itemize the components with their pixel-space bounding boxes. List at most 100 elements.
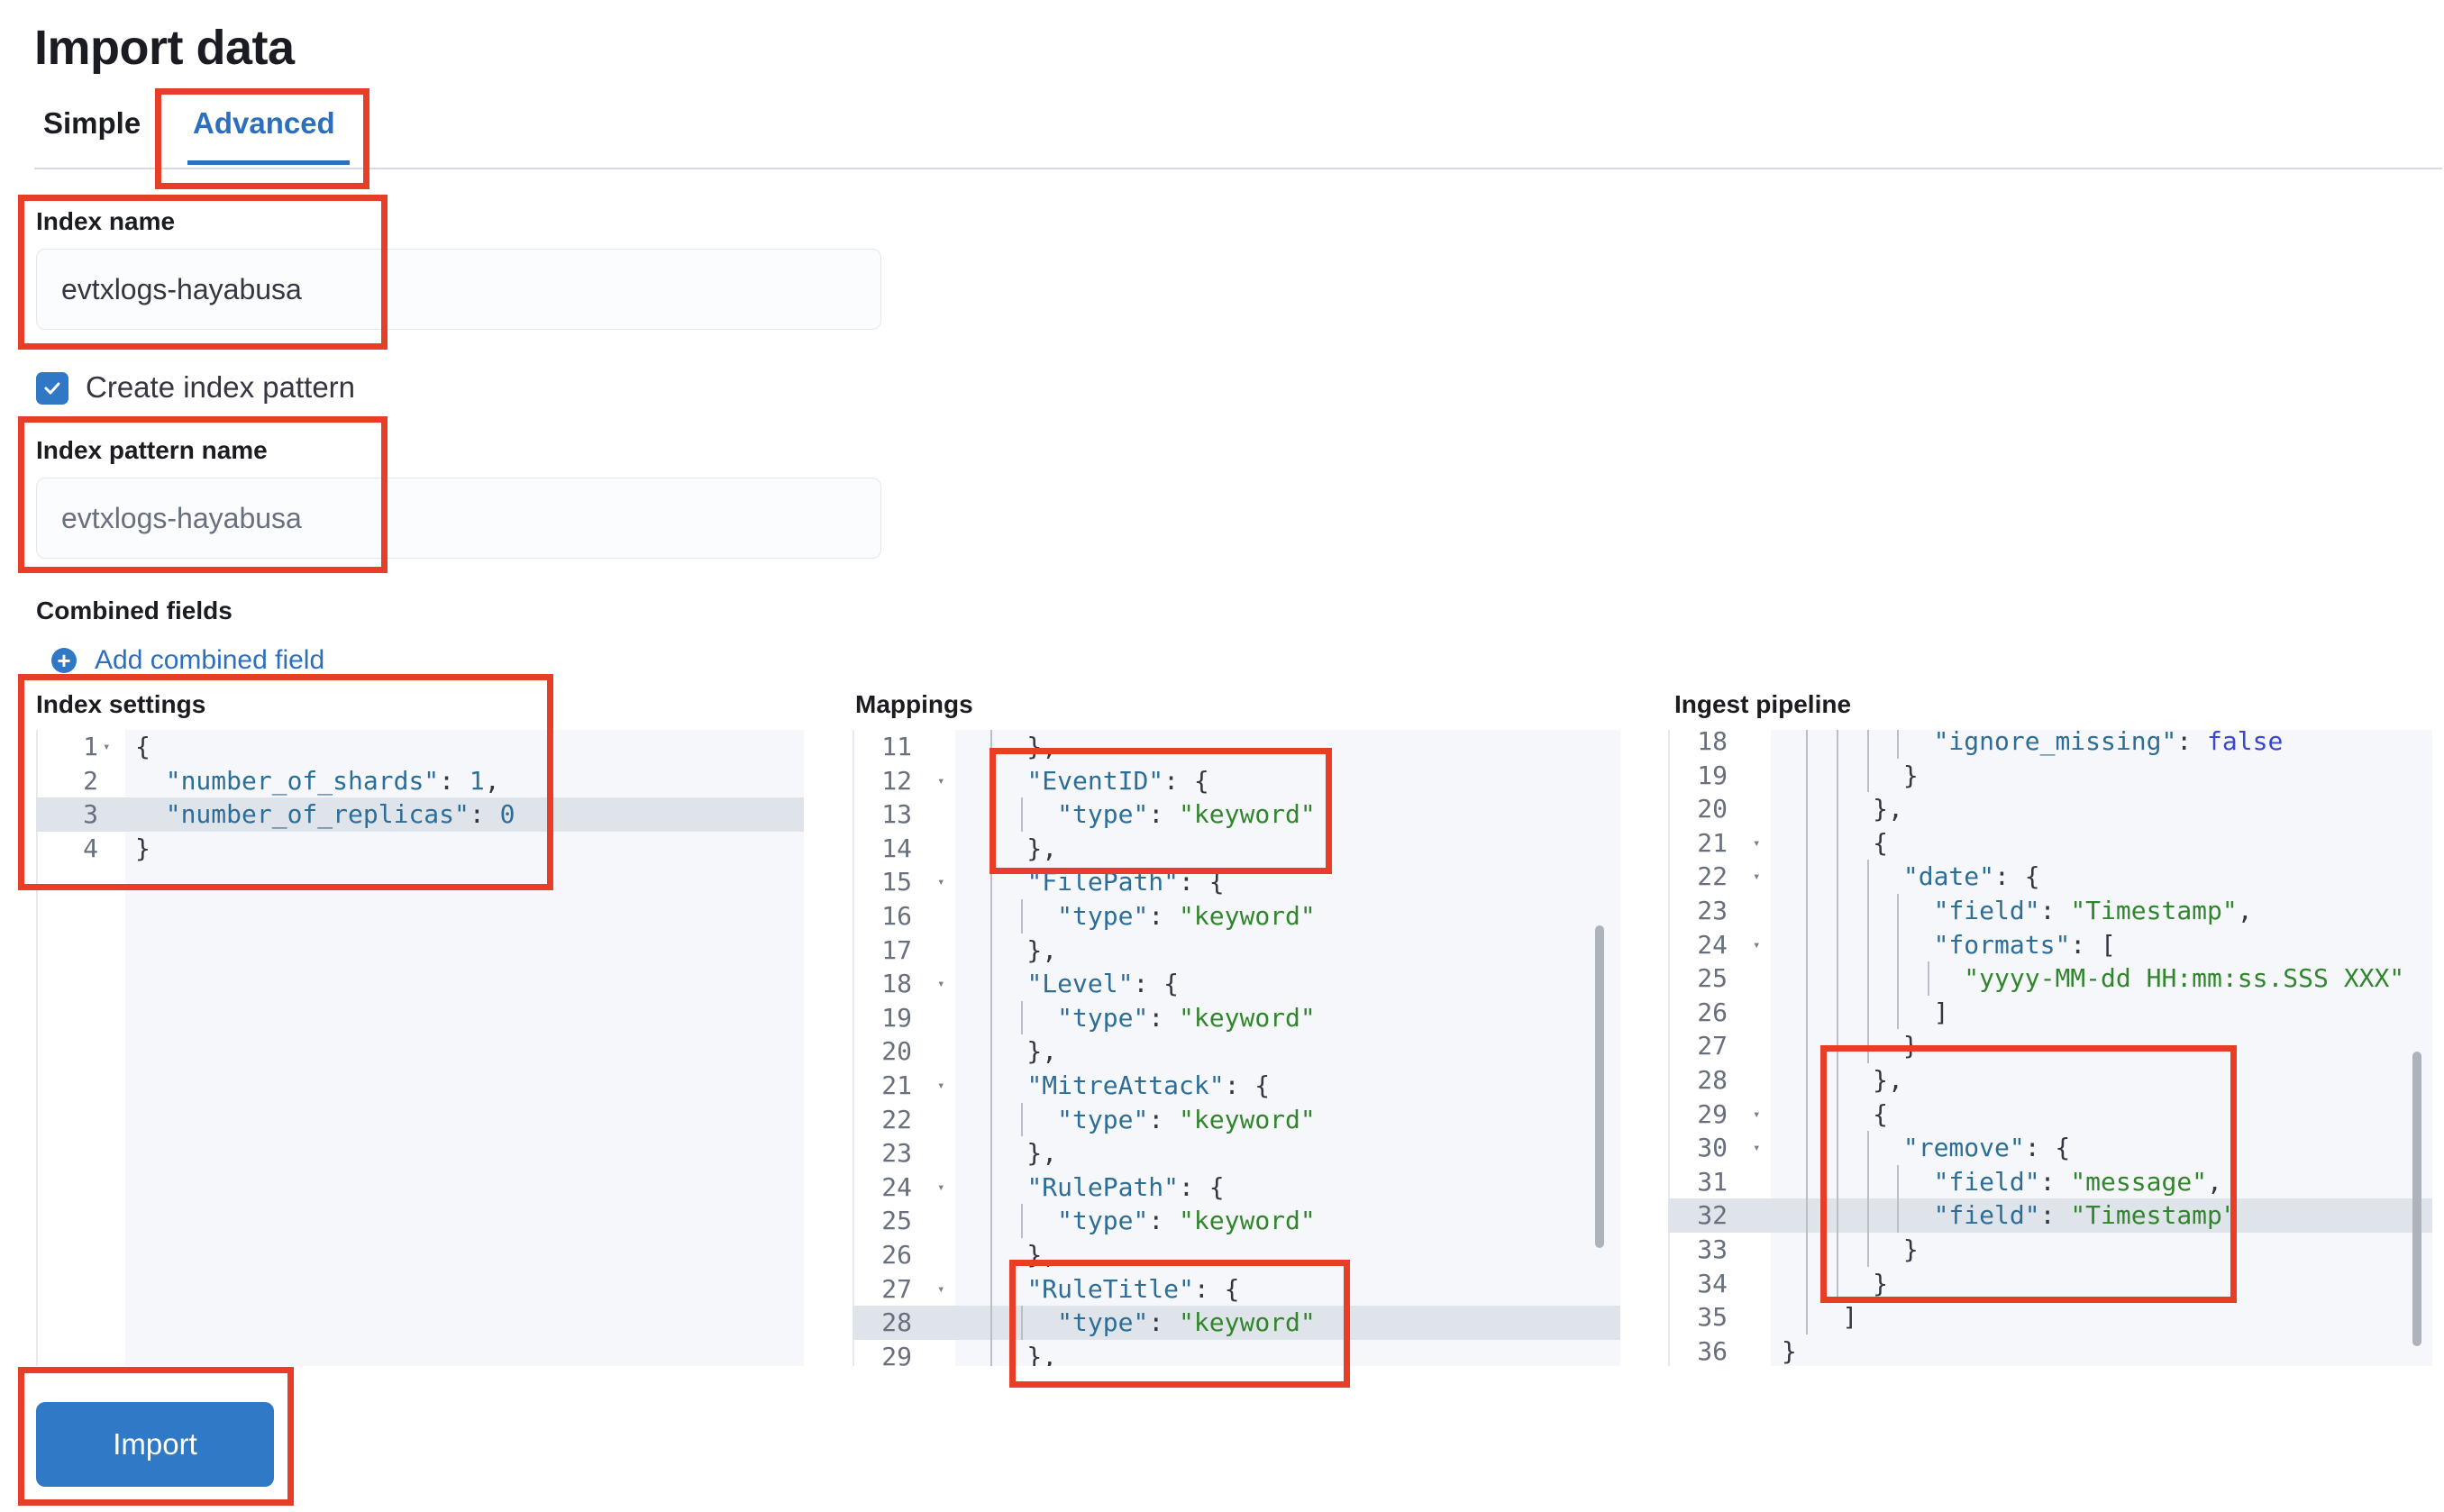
mappings-scrollbar[interactable]: [1595, 925, 1604, 1248]
combined-fields-label: Combined fields: [36, 597, 233, 624]
indent-guide: [1806, 1233, 1809, 1267]
code-line[interactable]: 4}: [36, 832, 804, 866]
indent-guide: [1866, 758, 1869, 793]
code-line[interactable]: 32 "field": "Timestamp": [1668, 1198, 2432, 1233]
code-line[interactable]: 2 "number_of_shards": 1,: [36, 764, 804, 798]
indent-guide: [1866, 860, 1869, 894]
code-line[interactable]: 20 },: [1668, 792, 2432, 826]
line-number: 11: [881, 732, 912, 761]
code-line[interactable]: 36}: [1668, 1334, 2432, 1366]
code-text: "yyyy-MM-dd HH:mm:ss.SSS XXX": [1964, 963, 2405, 994]
code-line[interactable]: 28 },: [1668, 1063, 2432, 1098]
fold-toggle-icon[interactable]: ▾: [937, 765, 944, 799]
code-line[interactable]: 13 "type": "keyword": [853, 797, 1620, 832]
code-line[interactable]: 23 "field": "Timestamp",: [1668, 894, 2432, 928]
code-line[interactable]: 19 }: [1668, 758, 2432, 793]
code-line[interactable]: 35 ]: [1668, 1300, 2432, 1334]
fold-toggle-icon[interactable]: ▾: [1753, 861, 1760, 895]
line-number: 25: [1697, 963, 1728, 994]
line-number: 4: [83, 833, 98, 863]
tab-simple[interactable]: Simple: [43, 106, 141, 141]
index-settings-editor[interactable]: 1 ▾{2 "number_of_shards": 1, 3 "number_of_…: [36, 730, 804, 1366]
code-line[interactable]: 22 ▾ "date": {: [1668, 860, 2432, 894]
ingest-pipeline-scrollbar[interactable]: [2412, 1052, 2421, 1346]
code-line[interactable]: 19 "type": "keyword": [853, 1000, 1620, 1035]
code-line[interactable]: 11 },: [853, 730, 1620, 764]
fold-toggle-icon[interactable]: ▾: [103, 731, 110, 765]
fold-toggle-icon[interactable]: ▾: [937, 1070, 944, 1104]
code-text: "type": "keyword": [1057, 799, 1316, 830]
code-line[interactable]: 26 ]: [1668, 995, 2432, 1030]
code-text: }: [1782, 1268, 1889, 1298]
fold-toggle-icon[interactable]: ▾: [937, 1273, 944, 1307]
fold-toggle-icon[interactable]: ▾: [1753, 1098, 1760, 1133]
create-index-pattern-label[interactable]: Create index pattern: [86, 370, 355, 405]
index-name-input[interactable]: evtxlogs-hayabusa: [36, 249, 881, 330]
code-line[interactable]: 21 ▾ {: [1668, 825, 2432, 861]
line-number: 22: [881, 1104, 912, 1134]
line-number: 29: [1697, 1098, 1728, 1129]
code-line[interactable]: 27 ▾ "RuleTitle": {: [853, 1271, 1620, 1307]
indent-guide: [1866, 927, 1869, 962]
code-text: "RulePath": {: [1026, 1171, 1225, 1202]
code-line[interactable]: 28 "type": "keyword": [853, 1306, 1620, 1340]
code-text: "date": {: [1902, 861, 2040, 892]
indent-guide: [1020, 1000, 1023, 1035]
indent-guide: [990, 1238, 993, 1272]
indent-guide: [1866, 995, 1869, 1030]
fold-toggle-icon[interactable]: ▾: [937, 968, 944, 1002]
code-line[interactable]: 29 },: [853, 1339, 1620, 1366]
indent-guide: [990, 1034, 993, 1069]
mappings-editor[interactable]: 11 }, 12 ▾ "EventID": {13 "type": "keyword…: [853, 730, 1620, 1366]
code-line[interactable]: 18 ▾ "Level": {: [853, 967, 1620, 1001]
code-line[interactable]: 25 "type": "keyword": [853, 1204, 1620, 1238]
indent-guide: [1866, 1198, 1869, 1233]
code-text: },: [966, 833, 1058, 863]
code-text: "type": "keyword": [1057, 1002, 1316, 1033]
indent-guide: [1836, 1266, 1838, 1301]
indent-guide: [1836, 995, 1838, 1030]
code-line[interactable]: 30 ▾ "remove": {: [1668, 1131, 2432, 1165]
code-line[interactable]: 27 }: [1668, 1029, 2432, 1063]
add-combined-field-link[interactable]: + Add combined field: [51, 645, 324, 676]
code-line[interactable]: 34 }: [1668, 1266, 2432, 1301]
code-line[interactable]: 16 "type": "keyword": [853, 899, 1620, 934]
code-line[interactable]: 29 ▾ {: [1668, 1097, 2432, 1133]
create-index-pattern-checkbox[interactable]: [36, 372, 68, 405]
tab-advanced[interactable]: Advanced: [193, 106, 335, 141]
fold-toggle-icon[interactable]: ▾: [937, 866, 944, 900]
code-line[interactable]: 24 ▾ "formats": [: [1668, 927, 2432, 963]
code-line[interactable]: 26 },: [853, 1238, 1620, 1272]
indent-guide: [1806, 1063, 1809, 1098]
line-number: 23: [881, 1138, 912, 1169]
code-line[interactable]: 24 ▾ "RulePath": {: [853, 1170, 1620, 1205]
code-line[interactable]: 20 },: [853, 1034, 1620, 1069]
ingest-pipeline-editor[interactable]: 18 "ignore_missing": false 19 } 20 }, 21 ▾ {…: [1668, 730, 2432, 1366]
ingest-pipeline-label: Ingest pipeline: [1674, 690, 1852, 718]
fold-toggle-icon[interactable]: ▾: [1753, 827, 1760, 861]
line-number: 27: [881, 1273, 912, 1304]
code-line[interactable]: 12 ▾ "EventID": {: [853, 763, 1620, 799]
fold-toggle-icon[interactable]: ▾: [937, 1171, 944, 1206]
code-line[interactable]: 1 ▾ {: [36, 730, 804, 764]
code-line[interactable]: 22 "type": "keyword": [853, 1102, 1620, 1137]
indent-guide: [990, 1271, 993, 1307]
code-line[interactable]: 33 }: [1668, 1233, 2432, 1267]
code-line[interactable]: 23 },: [853, 1136, 1620, 1170]
indent-guide: [1020, 1204, 1023, 1238]
import-button[interactable]: Import: [36, 1402, 274, 1487]
code-line[interactable]: 3 "number_of_replicas": 0: [36, 797, 804, 832]
code-line[interactable]: 14 },: [853, 831, 1620, 866]
fold-toggle-icon[interactable]: ▾: [1753, 1132, 1760, 1166]
index-pattern-name-input[interactable]: evtxlogs-hayabusa: [36, 478, 881, 559]
code-line[interactable]: 21 ▾ "MitreAttack": {: [853, 1069, 1620, 1103]
line-number: 36: [1697, 1335, 1728, 1366]
code-line[interactable]: 18 "ignore_missing": false: [1668, 730, 2432, 759]
code-line[interactable]: 15 ▾ "FilePath": {: [853, 865, 1620, 899]
indent-guide: [1836, 961, 1838, 996]
indent-guide: [1806, 1097, 1809, 1132]
code-line[interactable]: 17 },: [853, 933, 1620, 968]
fold-toggle-icon[interactable]: ▾: [1753, 929, 1760, 963]
code-line[interactable]: 31 "field": "message",: [1668, 1164, 2432, 1199]
code-line[interactable]: 25 "yyyy-MM-dd HH:mm:ss.SSS XXX": [1668, 961, 2432, 996]
